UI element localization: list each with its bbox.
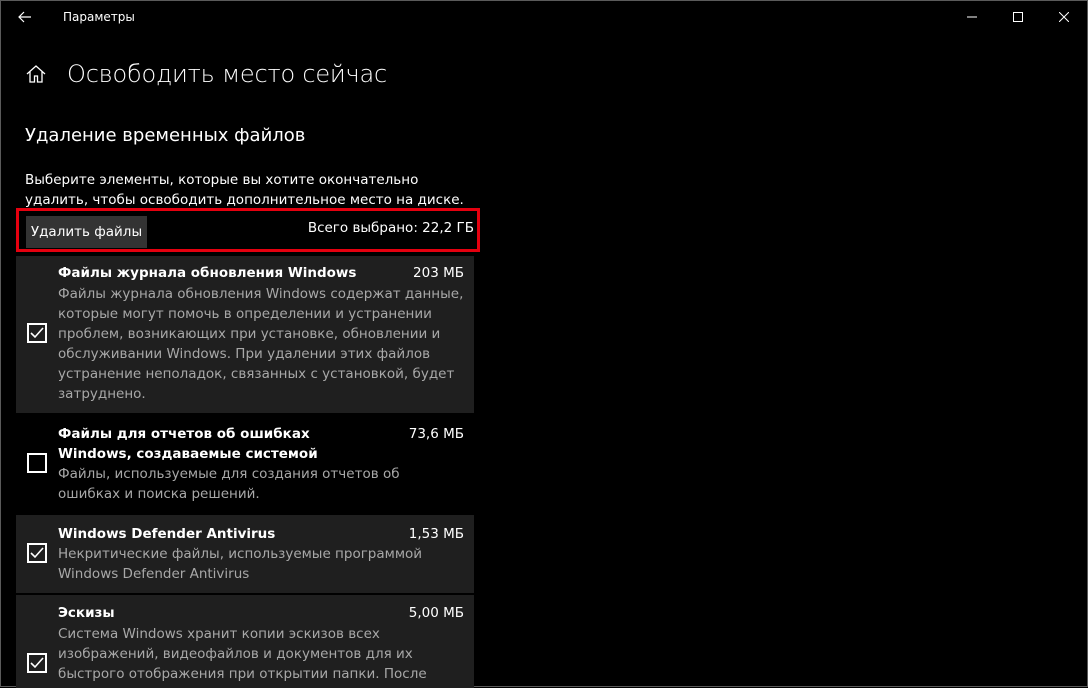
back-button[interactable] (1, 1, 49, 33)
checkbox-unchecked[interactable] (27, 453, 47, 473)
action-bar-highlight: Удалить файлы Всего выбрано: 22,2 ГБ (16, 208, 480, 252)
minimize-icon (967, 16, 977, 18)
item-description: Файлы журнала обновления Windows содержа… (58, 286, 464, 402)
item-name: Файлы журнала обновления Windows (58, 265, 357, 281)
close-button[interactable] (1041, 1, 1087, 33)
item-name: Файлы для отчетов об ошибках Windows, со… (58, 426, 318, 462)
checkmark-icon (30, 547, 44, 559)
page-header: Освободить место сейчас (23, 57, 387, 91)
item-size: 5,00 МБ (408, 605, 464, 621)
section-title: Удаление временных файлов (25, 125, 306, 146)
item-description: Некритические файлы, используемые програ… (58, 546, 423, 582)
item-size: 1,53 МБ (408, 526, 464, 542)
delete-files-button[interactable]: Удалить файлы (26, 216, 147, 248)
item-name: Windows Defender Antivirus (58, 526, 276, 542)
checkmark-icon (30, 327, 44, 339)
home-button[interactable] (23, 57, 49, 91)
maximize-icon (1013, 12, 1023, 22)
title-bar: Параметры (1, 1, 1087, 33)
maximize-button[interactable] (995, 1, 1041, 33)
window-controls (949, 1, 1087, 33)
list-item[interactable]: Windows Defender Antivirus 1,53 МБ Некри… (16, 515, 474, 593)
item-name: Эскизы (58, 605, 115, 621)
total-selected-label: Всего выбрано: 22,2 ГБ (307, 220, 474, 236)
home-icon (26, 65, 46, 83)
section-description: Выберите элементы, которые вы хотите око… (25, 172, 464, 208)
app-title: Параметры (63, 10, 135, 24)
page-title: Освободить место сейчас (67, 60, 388, 88)
list-item[interactable]: Эскизы 5,00 МБ Система Windows хранит ко… (16, 595, 474, 688)
checkbox-checked[interactable] (27, 543, 47, 563)
item-size: 203 МБ (413, 265, 464, 281)
close-icon (1059, 12, 1069, 22)
checkbox-checked[interactable] (27, 323, 47, 343)
checkmark-icon (30, 657, 44, 669)
back-arrow-icon (18, 11, 31, 23)
item-description: Файлы, используемые для создания отчетов… (58, 466, 400, 502)
checkbox-checked[interactable] (27, 653, 47, 673)
list-item[interactable]: Файлы журнала обновления Windows 203 МБ … (16, 256, 474, 413)
minimize-button[interactable] (949, 1, 995, 33)
item-description: Система Windows хранит копии эскизов все… (58, 626, 427, 682)
item-size: 73,6 МБ (408, 426, 464, 442)
list-item[interactable]: Файлы для отчетов об ошибках Windows, со… (16, 415, 474, 512)
